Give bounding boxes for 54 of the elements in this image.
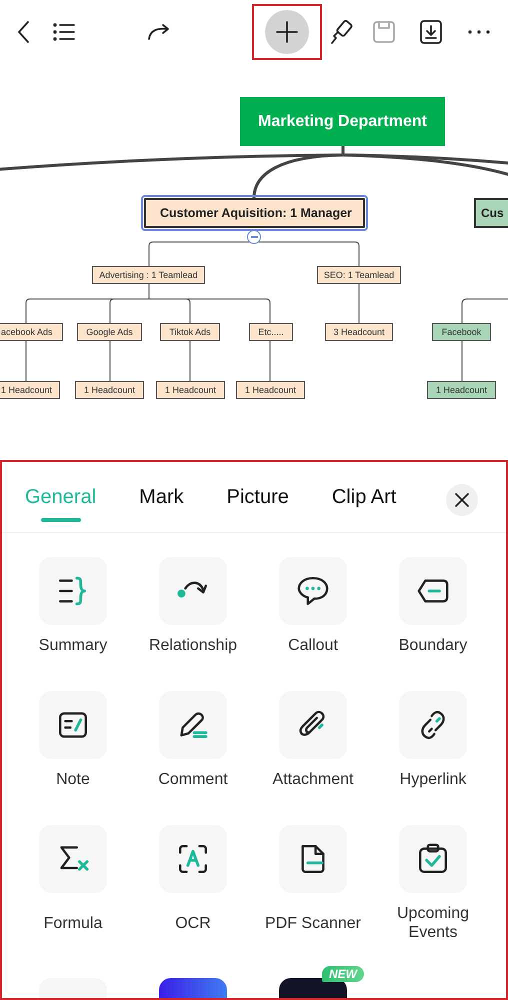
topic-node[interactable]: Facebook	[432, 323, 491, 341]
topic-node[interactable]: 3 Headcount	[325, 323, 393, 341]
topic-node[interactable]: Tiktok Ads	[160, 323, 220, 341]
plus-icon	[273, 18, 301, 46]
topic-node[interactable]: Google Ads	[77, 323, 142, 341]
tool-label: OCR	[175, 914, 211, 932]
topic-node[interactable]: 1 Headcount	[156, 381, 225, 399]
tool-label: Callout	[288, 636, 338, 655]
connector-line	[358, 284, 360, 324]
close-icon	[454, 492, 470, 508]
tool-tile[interactable]	[39, 825, 107, 893]
tool-label: Summary	[38, 636, 108, 655]
back-icon	[18, 21, 30, 43]
panel-tab[interactable]: Clip Art	[332, 486, 396, 532]
tool-tile[interactable]	[399, 691, 467, 759]
topic-node[interactable]: SEO: 1 Teamlead	[317, 266, 401, 284]
close-button[interactable]	[446, 484, 478, 516]
topic-node[interactable]: 1 Headcount	[427, 381, 496, 399]
connector-line	[462, 298, 508, 324]
tool-tile[interactable]	[159, 557, 227, 625]
tool-tile[interactable]	[399, 557, 467, 625]
tool-tile[interactable]	[39, 691, 107, 759]
tool-tile[interactable]	[279, 825, 347, 893]
panel-tab[interactable]: Mark	[139, 486, 184, 532]
topic-node[interactable]: 1 Headcount	[0, 381, 60, 399]
add-button[interactable]	[265, 10, 309, 54]
tool-label: Note	[56, 770, 90, 789]
save-icon	[370, 18, 398, 46]
tool-tile[interactable]	[279, 691, 347, 759]
more-icon	[468, 30, 490, 34]
topic-node[interactable]: 1 Headcount	[75, 381, 144, 399]
topic-node[interactable]: Cus	[474, 198, 508, 228]
tool-label: Comment	[158, 770, 228, 789]
tool-label: PDF Scanner	[264, 914, 362, 932]
tool-tile[interactable]	[399, 825, 467, 893]
tool-tile[interactable]	[159, 691, 227, 759]
tool-label: Upcoming Events	[396, 904, 470, 942]
tool-label: Attachment	[272, 770, 354, 789]
tool-tile[interactable]	[159, 825, 227, 893]
collapse-button[interactable]	[247, 230, 261, 244]
topic-node[interactable]: Advertising : 1 Teamlead	[92, 266, 205, 284]
tool-label: Formula	[44, 914, 102, 932]
tool-label: Hyperlink	[400, 770, 466, 789]
new-badge: NEW	[322, 966, 364, 982]
tool-tile[interactable]	[39, 557, 107, 625]
tool-tile[interactable]	[279, 557, 347, 625]
topic-node[interactable]: acebook Ads	[0, 323, 63, 341]
topic-node[interactable]: 1 Headcount	[236, 381, 305, 399]
panel-tab[interactable]: Picture	[226, 486, 289, 532]
topic-node[interactable]: Etc.....	[249, 323, 293, 341]
tool-label: Relationship	[148, 636, 238, 655]
tool-label: Boundary	[398, 636, 468, 655]
download-icon	[417, 18, 445, 46]
topic-node[interactable]: Customer Aquisition: 1 Manager	[144, 198, 365, 228]
